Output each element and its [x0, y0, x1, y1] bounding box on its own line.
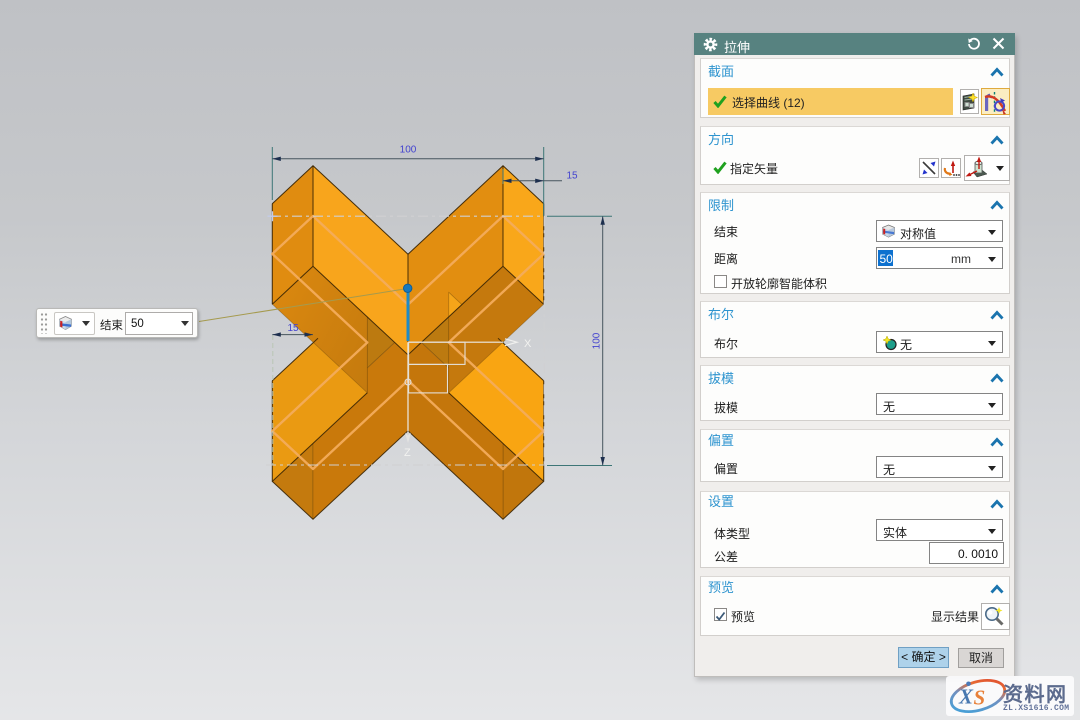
svg-text:100: 100	[592, 332, 603, 349]
svg-text:15: 15	[287, 323, 299, 334]
svg-text:Z: Z	[404, 447, 411, 459]
svg-text:100: 100	[400, 145, 417, 156]
svg-text:X: X	[958, 685, 974, 709]
svg-text:S: S	[974, 686, 986, 710]
svg-text:X: X	[524, 338, 532, 350]
svg-text:15: 15	[566, 171, 578, 182]
